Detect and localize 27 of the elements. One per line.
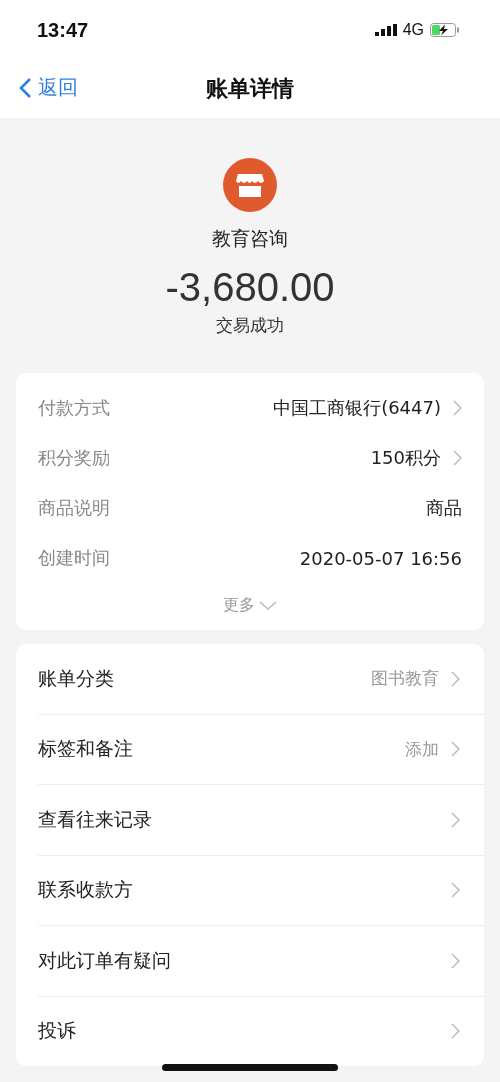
back-button[interactable]: 返回 <box>18 74 78 101</box>
shop-icon <box>223 158 277 212</box>
detail-label: 付款方式 <box>38 396 110 420</box>
detail-label: 商品说明 <box>38 496 110 520</box>
action-value: 图书教育 <box>371 667 439 691</box>
page-title: 账单详情 <box>206 75 294 103</box>
detail-value: 商品 <box>426 496 462 520</box>
action-label[interactable]: 查看往来记录 <box>38 806 152 833</box>
status-time: 13:47 <box>37 18 89 42</box>
action-label[interactable]: 联系收款方 <box>38 877 133 904</box>
detail-value: 2020-05-07 16:56 <box>299 547 462 569</box>
detail-value: 150积分 <box>370 446 441 470</box>
action-label[interactable]: 对此订单有疑问 <box>38 947 171 974</box>
action-label[interactable]: 账单分类 <box>38 665 114 692</box>
detail-label: 积分奖励 <box>38 446 110 470</box>
action-value: 添加 <box>405 737 439 761</box>
merchant-name: 教育咨询 <box>212 226 288 251</box>
signal-icon <box>374 24 397 36</box>
transaction-status: 交易成功 <box>216 314 284 337</box>
network-label: 4G <box>402 21 424 39</box>
chevron-down-icon <box>259 600 277 611</box>
amount: -3,680.00 <box>165 264 335 311</box>
detail-label: 创建时间 <box>38 546 110 570</box>
detail-value: 中国工商银行(6447) <box>273 396 441 420</box>
action-label[interactable]: 标签和备注 <box>38 736 133 763</box>
back-chevron-icon <box>18 76 32 99</box>
action-label[interactable]: 投诉 <box>38 1018 76 1045</box>
